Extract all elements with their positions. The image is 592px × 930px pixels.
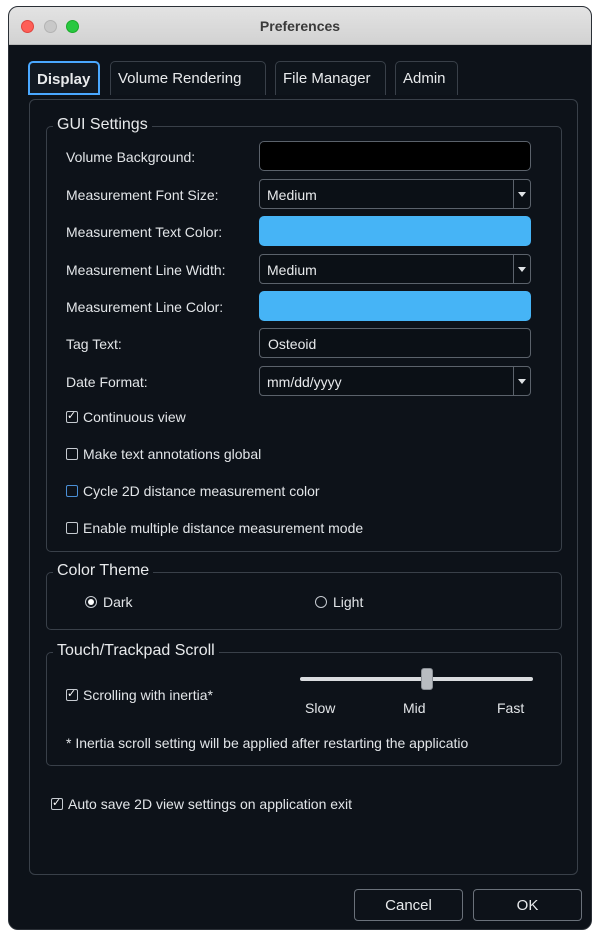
color-theme-legend: Color Theme [53,562,154,580]
text-color-label: Measurement Text Color: [66,224,223,240]
scrolling-inertia-label[interactable]: Scrolling with inertia* [83,687,213,703]
date-format-select[interactable]: mm/dd/yyyy [259,366,531,396]
date-format-label: Date Format: [66,374,148,390]
line-width-label: Measurement Line Width: [66,262,226,278]
title-bar: Preferences [9,7,591,45]
light-theme-radio[interactable] [315,596,327,608]
slider-fast-label: Fast [497,700,525,716]
gui-settings-legend: GUI Settings [53,116,152,134]
line-width-select[interactable]: Medium [259,254,531,284]
global-annotations-label[interactable]: Make text annotations global [83,446,261,462]
scroll-speed-slider-handle[interactable] [421,668,433,690]
tag-text-label: Tag Text: [66,336,122,352]
slider-slow-label: Slow [305,700,336,716]
chevron-down-icon [513,255,530,283]
light-theme-label[interactable]: Light [333,594,363,610]
slider-mid-label: Mid [403,700,426,716]
scroll-group: Touch/Trackpad Scroll Scrolling with ine… [46,642,562,766]
preferences-window: Preferences Display Volume Rendering Fil… [8,6,592,930]
date-format-value: mm/dd/yyyy [267,374,342,390]
window-title: Preferences [259,18,341,34]
tag-text-input[interactable]: Osteoid [259,328,531,358]
chevron-down-icon [513,180,530,208]
tab-admin[interactable]: Admin [395,61,458,95]
volume-background-label: Volume Background: [66,149,196,165]
auto-save-label[interactable]: Auto save 2D view settings on applicatio… [68,796,352,812]
cancel-button[interactable]: Cancel [354,889,463,921]
tab-volume-rendering[interactable]: Volume Rendering [110,61,266,95]
font-size-select[interactable]: Medium [259,179,531,209]
display-panel: GUI Settings Volume Background: Measurem… [29,99,578,875]
inertia-note: * Inertia scroll setting will be applied… [66,735,469,751]
font-size-label: Measurement Font Size: [66,187,219,203]
cycle-color-label[interactable]: Cycle 2D distance measurement color [83,483,320,499]
scroll-speed-slider[interactable] [300,677,533,681]
dark-theme-label[interactable]: Dark [103,594,133,610]
cycle-color-checkbox[interactable] [66,485,78,497]
scroll-legend: Touch/Trackpad Scroll [53,642,219,660]
global-annotations-checkbox[interactable] [66,448,78,460]
line-color-label: Measurement Line Color: [66,299,224,315]
multiple-distance-checkbox[interactable] [66,522,78,534]
multiple-distance-label[interactable]: Enable multiple distance measurement mod… [83,520,363,536]
tab-file-manager[interactable]: File Manager [275,61,386,95]
continuous-view-label[interactable]: Continuous view [83,409,186,425]
gui-settings-group: GUI Settings Volume Background: Measurem… [46,116,562,552]
ok-button[interactable]: OK [473,889,582,921]
auto-save-checkbox[interactable] [51,796,63,810]
color-theme-group: Color Theme Dark Light [46,562,562,630]
tab-display[interactable]: Display [28,61,100,95]
dark-theme-radio[interactable] [85,596,97,608]
continuous-view-checkbox[interactable] [66,409,78,423]
line-width-value: Medium [267,262,317,278]
text-color-swatch[interactable] [259,216,531,246]
chevron-down-icon [513,367,530,395]
scrolling-inertia-checkbox[interactable] [66,687,78,701]
line-color-swatch[interactable] [259,291,531,321]
volume-background-color-swatch[interactable] [259,141,531,171]
font-size-value: Medium [267,187,317,203]
